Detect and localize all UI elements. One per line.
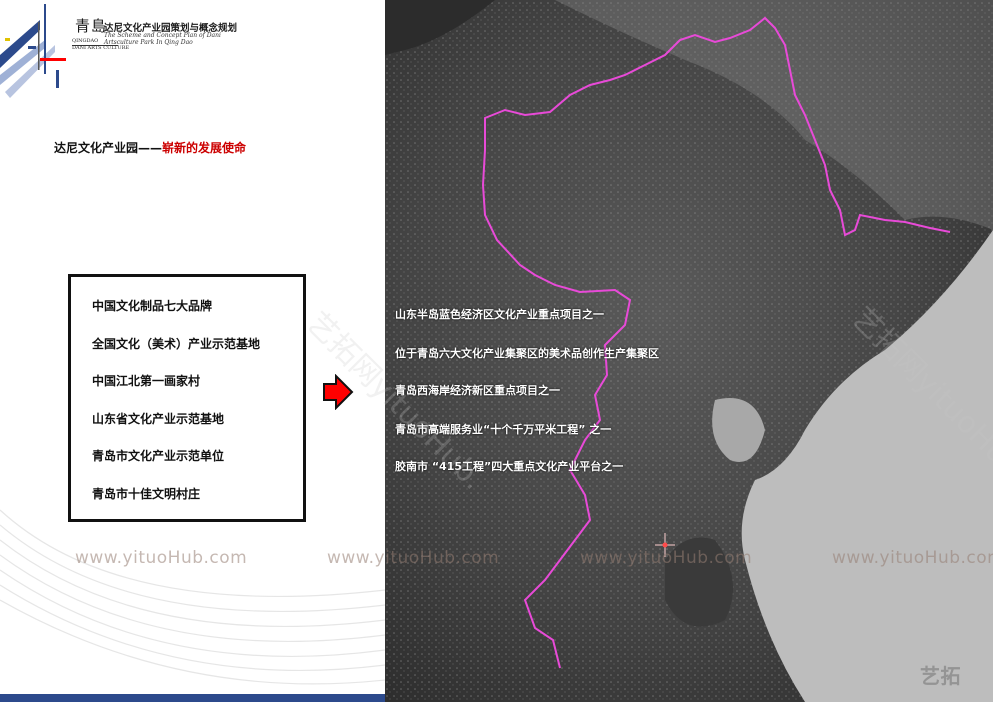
title-english-line1: The Scheme and Concept Plan of Dani — [104, 32, 221, 39]
map-item: 山东半岛蓝色经济区文化产业重点项目之一 — [395, 308, 604, 321]
watermark-url: www.yituoHub.com — [75, 548, 248, 568]
watermark-url: www.yituoHub.com — [580, 548, 753, 568]
honor-item: 中国江北第一画家村 — [92, 374, 201, 388]
deco-short-bar — [56, 70, 59, 88]
bottom-brand-bar — [0, 694, 385, 702]
honor-item: 全国文化（美术）产业示范基地 — [92, 336, 261, 351]
honor-item: 中国文化制品七大品牌 — [92, 299, 213, 313]
deco-blue-dash — [28, 46, 36, 49]
watermark-corner-logo: 艺拓 — [920, 664, 961, 688]
deco-vertical-line-2 — [38, 22, 40, 70]
section-heading: 达尼文化产业园——崭新的发展使命 — [54, 139, 246, 156]
deco-yellow-dash — [5, 38, 10, 41]
background-swoosh — [0, 509, 385, 685]
document-title-english: The Scheme and Concept Plan of Dani Arts… — [104, 32, 221, 46]
title-english-line2: Artsculture Park In Qing Dao — [104, 39, 193, 46]
satellite-map: 山东半岛蓝色经济区文化产业重点项目之一 位于青岛六大文化产业集聚区的美术品创作生… — [385, 0, 993, 702]
map-item: 位于青岛六大文化产业集聚区的美术品创作生产集聚区 — [395, 347, 659, 360]
section-heading-main: 达尼文化产业园—— — [54, 141, 163, 155]
watermark-url: www.yituoHub.com — [832, 548, 993, 568]
deco-red-bar — [40, 58, 66, 61]
logo-english-line2: DANI ARTS CULTURE — [72, 45, 130, 51]
honor-item: 山东省文化产业示范基地 — [92, 411, 225, 426]
watermark-url: www.yituoHub.com — [327, 548, 500, 568]
logo-chinese: 青島 — [75, 17, 108, 35]
deco-vertical-line — [44, 4, 46, 74]
section-heading-highlight: 崭新的发展使命 — [162, 141, 247, 155]
